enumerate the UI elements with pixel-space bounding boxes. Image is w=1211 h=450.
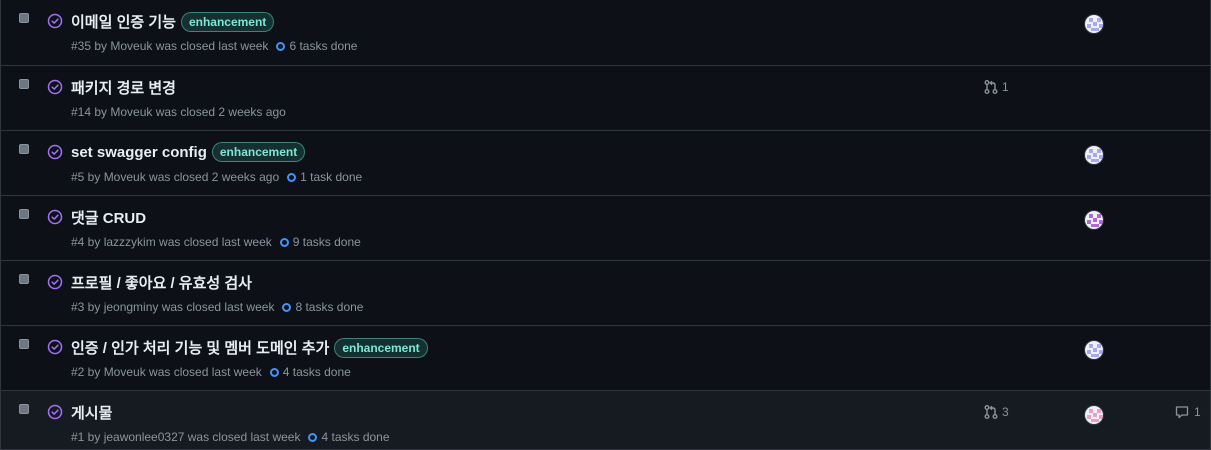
issue-title-row: 패키지 경로 변경 bbox=[71, 77, 176, 98]
issue-title-link[interactable]: 댓글 CRUD bbox=[71, 207, 146, 228]
closed-issue-icon bbox=[47, 144, 63, 160]
issue-meta: #4 by lazzzykim was closed last week 9 ta… bbox=[71, 235, 361, 249]
issue-row[interactable]: 댓글 CRUD #4 by lazzzykim was closed last w… bbox=[1, 196, 1210, 261]
issue-meta: #14 by Moveuk was closed 2 weeks ago bbox=[71, 105, 286, 119]
task-progress-text: 6 tasks done bbox=[289, 39, 358, 53]
task-progress: 1 task done bbox=[287, 170, 362, 184]
issue-meta: #5 by Moveuk was closed 2 weeks ago 1 tas… bbox=[71, 170, 362, 184]
closed-issue-icon bbox=[47, 13, 63, 29]
assignee-avatar[interactable] bbox=[1084, 14, 1104, 34]
issue-title-row: 게시물 bbox=[71, 402, 112, 423]
task-progress-text: 4 tasks done bbox=[282, 365, 351, 379]
closed-issue-icon bbox=[47, 274, 63, 290]
label-badge[interactable]: enhancement bbox=[211, 142, 306, 162]
task-progress: 9 tasks done bbox=[279, 235, 361, 249]
issue-meta-text: #4 by lazzzykim was closed last week bbox=[71, 235, 272, 249]
issue-title-row: 인증 / 인가 처리 기능 및 멤버 도메인 추가 enhancement bbox=[71, 337, 428, 358]
task-progress: 6 tasks done bbox=[276, 39, 357, 53]
select-checkbox[interactable] bbox=[19, 404, 29, 414]
issue-list: 이메일 인증 기능 enhancement #35 by Moveuk was cl… bbox=[0, 0, 1211, 450]
task-progress-icon bbox=[276, 41, 286, 51]
select-checkbox[interactable] bbox=[19, 274, 29, 284]
linked-pr[interactable]: 1 bbox=[983, 79, 1009, 95]
closed-issue-icon bbox=[47, 404, 63, 420]
issue-row[interactable]: 게시물 #1 by jeawonlee0327 was closed last w… bbox=[1, 391, 1210, 450]
assignee-avatar[interactable] bbox=[1084, 145, 1104, 165]
task-progress-text: 9 tasks done bbox=[292, 235, 361, 249]
issue-title-link[interactable]: 이메일 인증 기능 bbox=[71, 11, 176, 32]
issue-title-link[interactable]: 프로필 / 좋아요 / 유효성 검사 bbox=[71, 272, 252, 293]
task-progress-icon bbox=[308, 432, 318, 442]
select-checkbox[interactable] bbox=[19, 144, 29, 154]
issue-meta-text: #2 by Moveuk was closed last week bbox=[71, 365, 262, 379]
pull-request-icon bbox=[983, 404, 1002, 420]
issue-title-row: 댓글 CRUD bbox=[71, 207, 146, 228]
select-checkbox[interactable] bbox=[19, 339, 29, 349]
linked-pr-count: 3 bbox=[1002, 405, 1009, 419]
select-checkbox[interactable] bbox=[19, 79, 29, 89]
assignee-avatar[interactable] bbox=[1084, 405, 1104, 425]
issue-meta: #3 by jeongminy was closed last week 8 ta… bbox=[71, 300, 363, 314]
issue-row[interactable]: 인증 / 인가 처리 기능 및 멤버 도메인 추가 enhancement #2 b… bbox=[1, 326, 1210, 391]
assignee-avatar[interactable] bbox=[1084, 340, 1104, 360]
issue-row[interactable]: set swagger config enhancement #5 by Moveu… bbox=[1, 131, 1210, 196]
task-progress-icon bbox=[282, 302, 292, 312]
task-progress: 4 tasks done bbox=[269, 365, 351, 379]
select-checkbox[interactable] bbox=[19, 209, 29, 219]
linked-pr-count: 1 bbox=[1002, 80, 1009, 94]
comments-link[interactable]: 1 bbox=[1174, 404, 1201, 420]
issue-title-row: 이메일 인증 기능 enhancement bbox=[71, 11, 275, 32]
issue-title-link[interactable]: 인증 / 인가 처리 기능 및 멤버 도메인 추가 bbox=[71, 337, 329, 358]
task-progress-icon bbox=[279, 237, 289, 247]
task-progress-icon bbox=[269, 367, 279, 377]
select-checkbox[interactable] bbox=[19, 13, 29, 23]
linked-pr[interactable]: 3 bbox=[983, 404, 1009, 420]
task-progress-icon bbox=[287, 172, 297, 182]
task-progress-text: 8 tasks done bbox=[295, 300, 364, 314]
task-progress: 8 tasks done bbox=[282, 300, 363, 314]
issue-title-link[interactable]: set swagger config bbox=[71, 144, 207, 161]
task-progress: 4 tasks done bbox=[308, 430, 390, 444]
issue-row[interactable]: 프로필 / 좋아요 / 유효성 검사 #3 by jeongminy was cl… bbox=[1, 261, 1210, 326]
issue-title-link[interactable]: 패키지 경로 변경 bbox=[71, 77, 176, 98]
issue-meta-text: #35 by Moveuk was closed last week bbox=[71, 39, 269, 53]
issue-meta-text: #14 by Moveuk was closed 2 weeks ago bbox=[71, 105, 286, 119]
task-progress-text: 1 task done bbox=[300, 170, 363, 184]
assignee-avatar[interactable] bbox=[1084, 210, 1104, 230]
issue-meta: #1 by jeawonlee0327 was closed last week… bbox=[71, 430, 390, 444]
issue-meta-text: #5 by Moveuk was closed 2 weeks ago bbox=[71, 170, 280, 184]
closed-issue-icon bbox=[47, 339, 63, 355]
issue-meta-text: #3 by jeongminy was closed last week bbox=[71, 300, 275, 314]
task-progress-text: 4 tasks done bbox=[321, 430, 390, 444]
comment-count: 1 bbox=[1194, 405, 1201, 419]
issue-title-link[interactable]: 게시물 bbox=[71, 402, 112, 423]
label-badge[interactable]: enhancement bbox=[334, 337, 428, 358]
pull-request-icon bbox=[983, 79, 1002, 95]
issue-meta-text: #1 by jeawonlee0327 was closed last week bbox=[71, 430, 301, 444]
issue-row[interactable]: 이메일 인증 기능 enhancement #35 by Moveuk was cl… bbox=[1, 0, 1210, 66]
comment-icon bbox=[1174, 404, 1194, 420]
issue-meta: #35 by Moveuk was closed last week 6 task… bbox=[71, 39, 357, 53]
issue-title-row: set swagger config enhancement bbox=[71, 142, 306, 162]
issue-row[interactable]: 패키지 경로 변경 #14 by Moveuk was closed 2 week… bbox=[1, 66, 1210, 131]
closed-issue-icon bbox=[47, 209, 63, 225]
label-badge[interactable]: enhancement bbox=[180, 11, 275, 32]
issue-meta: #2 by Moveuk was closed last week 4 tasks… bbox=[71, 365, 351, 379]
issue-title-row: 프로필 / 좋아요 / 유효성 검사 bbox=[71, 272, 252, 293]
closed-issue-icon bbox=[47, 79, 63, 95]
